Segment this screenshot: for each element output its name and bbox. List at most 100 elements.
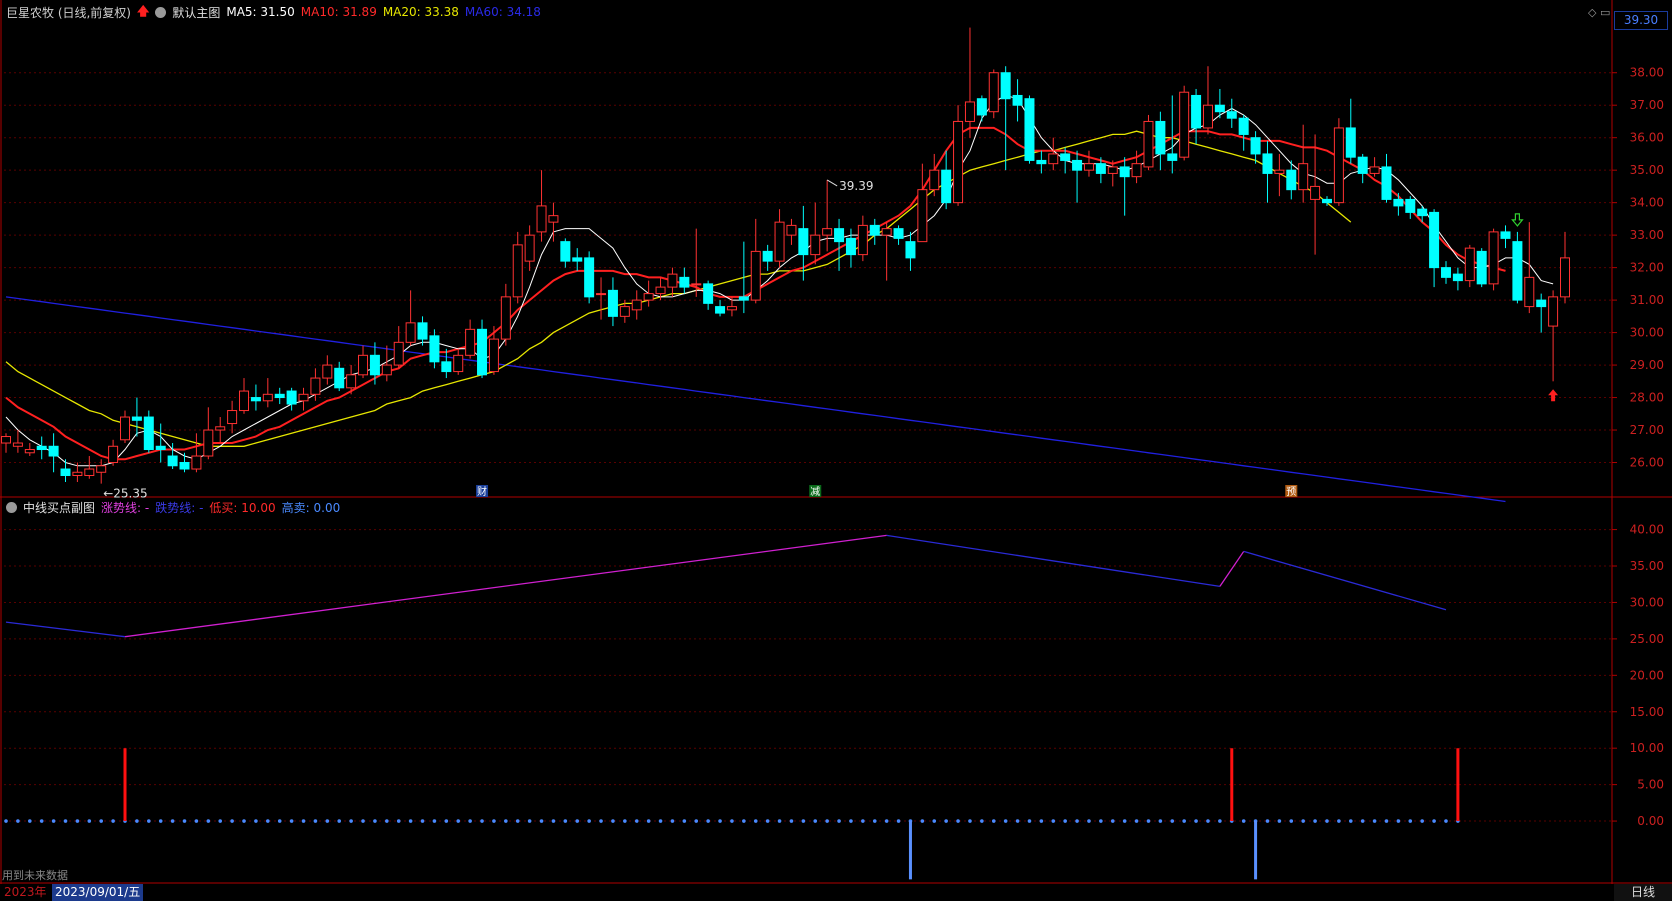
candle <box>1167 95 1178 174</box>
candle <box>703 280 714 310</box>
candle <box>1 433 11 453</box>
candle <box>1155 111 1166 171</box>
candle <box>1345 98 1356 164</box>
candle <box>203 407 214 460</box>
zero-dot <box>920 819 925 823</box>
candle <box>1357 153 1368 184</box>
year-label: 2023年 <box>4 885 47 899</box>
candle-body <box>560 241 571 262</box>
candle-body <box>1548 296 1559 327</box>
candle-body <box>524 234 535 262</box>
candle <box>1238 114 1249 151</box>
zero-dot <box>480 819 484 823</box>
candle-body <box>655 286 666 295</box>
candle <box>976 95 987 122</box>
y-tick-label: 0.00 <box>1637 814 1664 828</box>
candle <box>488 326 499 375</box>
zero-dot <box>4 819 8 823</box>
candle <box>250 384 261 411</box>
y-tick-label: 36.00 <box>1630 131 1664 145</box>
period-button[interactable]: 日线 <box>1614 884 1672 901</box>
ma20-path <box>5 130 1352 447</box>
candle-body <box>72 471 83 477</box>
candle-body <box>203 429 214 457</box>
zero-dot <box>527 819 532 823</box>
ma5-path <box>5 94 1554 467</box>
candle-body <box>215 426 226 431</box>
zero-dot <box>1301 819 1305 823</box>
zero-dot <box>1003 819 1008 823</box>
candle <box>1369 157 1380 177</box>
chart-frame <box>0 0 1672 884</box>
candle <box>24 443 35 457</box>
candle-body <box>822 228 833 236</box>
zero-dot <box>1158 819 1163 823</box>
chart-canvas[interactable]: 26.00 27.00 28.00 29.00 30.00 31.00 32.00 33.00… <box>0 0 1672 884</box>
zero-dot <box>694 819 699 823</box>
zero-dot <box>861 819 865 823</box>
candle-body <box>988 72 999 113</box>
zero-dot <box>1146 819 1151 823</box>
candle-body <box>1143 120 1154 168</box>
candle-body <box>703 283 714 304</box>
zero-dot <box>1432 819 1436 823</box>
zero-dot <box>1075 819 1079 823</box>
zero-dot <box>813 819 818 823</box>
y-tick-label: 5.00 <box>1637 778 1664 792</box>
candle-body <box>607 289 618 317</box>
zero-dot <box>777 819 782 823</box>
zero-dot <box>1206 819 1210 823</box>
candle-body <box>1488 231 1499 285</box>
zero-dot <box>432 819 437 823</box>
candle <box>1548 290 1559 382</box>
zero-dot <box>1218 819 1222 823</box>
zero-dot <box>896 819 901 823</box>
candle-body <box>1024 98 1035 161</box>
y-tick-label: 35.00 <box>1630 559 1664 573</box>
candle-body <box>393 341 404 366</box>
candle <box>667 267 678 297</box>
y-tick-label: 30.00 <box>1630 326 1664 340</box>
candle-body <box>1167 153 1178 161</box>
candle-body <box>48 445 59 457</box>
zero-dot <box>1063 819 1067 823</box>
candle <box>560 238 571 268</box>
candle <box>1512 231 1523 304</box>
zero-dot <box>1420 819 1424 823</box>
zero-dot <box>1039 819 1044 823</box>
candle-body <box>810 234 821 256</box>
zero-dot <box>158 819 163 823</box>
zero-dot <box>51 819 56 823</box>
sub-gridlines <box>4 529 1612 822</box>
candle-body <box>1417 208 1428 217</box>
zero-dot <box>682 819 687 823</box>
candle-body <box>143 416 154 451</box>
candle <box>881 222 892 281</box>
candle <box>715 300 726 317</box>
candle-body <box>286 390 297 405</box>
candle <box>1405 196 1416 219</box>
candle-body <box>429 335 440 363</box>
candle <box>441 348 452 379</box>
zero-dot <box>301 819 306 823</box>
candle-body <box>465 328 476 356</box>
y-tick-label: 35.00 <box>1630 163 1664 177</box>
candle <box>941 150 952 210</box>
zero-dot <box>206 819 211 823</box>
candle-body <box>1072 159 1083 171</box>
zero-dot <box>670 819 675 823</box>
candle-body <box>1048 153 1059 165</box>
ma20-line <box>5 130 1352 447</box>
zero-dot <box>1170 819 1175 823</box>
candle <box>215 417 226 444</box>
candle <box>929 153 940 197</box>
zero-dot <box>1099 819 1103 823</box>
y-tick-label: 29.00 <box>1630 358 1664 372</box>
zero-dot <box>349 819 353 823</box>
zero-dot <box>587 819 591 823</box>
y-tick-label: 31.00 <box>1630 293 1664 307</box>
zero-dot <box>801 819 806 823</box>
event-badge-label: 财 <box>477 485 487 498</box>
buy-arrow-icon <box>1548 389 1559 402</box>
zero-dot <box>1194 819 1198 823</box>
